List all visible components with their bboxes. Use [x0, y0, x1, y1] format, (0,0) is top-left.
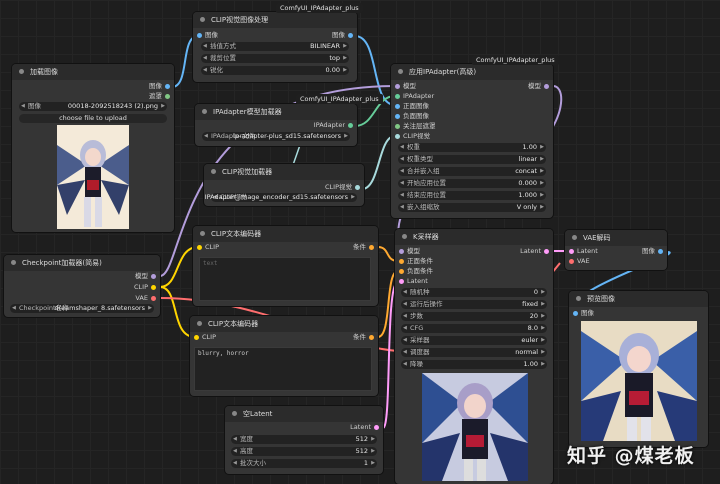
widget-weight-type[interactable]: 权重类型linear	[398, 155, 546, 164]
output-image[interactable]: 图像	[642, 247, 664, 256]
output-clip[interactable]: CLIP	[134, 283, 157, 292]
widget-sharpening[interactable]: 锐化0.00	[201, 66, 349, 75]
output-model[interactable]: 模型	[528, 82, 550, 91]
node-badge: ComfyUI_IPAdapter_plus	[472, 55, 559, 65]
node-title[interactable]: 应用IPAdapter(高级)	[391, 64, 553, 80]
input-attn-mask[interactable]: 关注层遮罩	[394, 122, 436, 131]
node-title[interactable]: CLIP视觉图像处理	[193, 12, 357, 28]
prompt-textarea[interactable]: text	[199, 257, 371, 301]
input-model[interactable]: 模型	[394, 82, 416, 91]
widget-crop-position[interactable]: 裁剪位置top	[201, 54, 349, 63]
output-latent[interactable]: Latent	[520, 247, 550, 256]
widget-checkpoint-name[interactable]: Checkpoint名称dreamshaper_8.safetensors	[10, 304, 154, 313]
input-clip-vision[interactable]: CLIP视觉	[394, 132, 430, 141]
widget-end-at[interactable]: 结束应用位置1.000	[398, 191, 546, 200]
output-conditioning[interactable]: 条件	[353, 333, 375, 342]
node-clip-text-negative[interactable]: CLIP文本编码器 CLIP 条件 blurry, horror	[190, 316, 378, 396]
watermark: 知乎 @煤老板	[567, 445, 695, 467]
node-clip-text-positive[interactable]: CLIP文本编码器 CLIP 条件 text	[193, 226, 378, 306]
node-title[interactable]: VAE解码	[565, 230, 667, 246]
widget-denoise[interactable]: 降噪1.00	[401, 360, 547, 369]
widget-steps[interactable]: 步数20	[401, 312, 547, 321]
widget-embeds-scaling[interactable]: 嵌入组缩放V only	[398, 203, 546, 212]
widget-interpolation[interactable]: 插值方式BILINEAR	[201, 42, 349, 51]
node-title[interactable]: Checkpoint加载器(简易)	[4, 255, 160, 271]
node-vae-decode[interactable]: VAE解码 Latent VAE 图像	[565, 230, 667, 270]
input-positive-image[interactable]: 正面图像	[394, 102, 429, 111]
output-model[interactable]: 模型	[135, 272, 157, 281]
output-latent[interactable]: Latent	[350, 423, 380, 432]
input-model[interactable]: 模型	[398, 247, 420, 256]
node-title[interactable]: K采样器	[395, 229, 553, 245]
widget-ipadapter-file[interactable]: IPAdapter文件ip-adapter-plus_sd15.safetens…	[202, 132, 350, 141]
node-load-image[interactable]: 加载图像 图像 遮罩 图像00018-2092518243 (2).png ch…	[12, 64, 174, 232]
output-image[interactable]: 图像	[149, 82, 171, 91]
node-title[interactable]: IPAdapter模型加载器	[195, 104, 357, 120]
node-title[interactable]: CLIP视觉加载器	[204, 164, 364, 180]
input-clip[interactable]: CLIP	[196, 243, 219, 252]
node-clip-vision-loader[interactable]: CLIP视觉加载器 CLIP视觉 CLIP视觉IPAdapter_image_e…	[204, 164, 364, 206]
node-apply-ipadapter[interactable]: 应用IPAdapter(高级) 模型 IPAdapter 正面图像 负面图像 关…	[391, 64, 553, 218]
input-clip[interactable]: CLIP	[193, 333, 216, 342]
sampler-preview-image	[422, 373, 528, 481]
node-empty-latent[interactable]: 空Latent Latent 宽度512 高度512 批次大小1	[225, 406, 383, 474]
input-image[interactable]: 图像	[572, 309, 594, 318]
input-latent[interactable]: Latent	[568, 247, 598, 256]
node-preview-image[interactable]: 预览图像 图像	[569, 291, 708, 447]
output-preview-image	[581, 321, 697, 441]
source-image-thumbnail	[57, 125, 129, 229]
widget-clip-vision-file[interactable]: CLIP视觉IPAdapter_image_encoder_sd15.safet…	[205, 193, 357, 202]
widget-control-after-generate[interactable]: 运行后操作fixed	[401, 300, 547, 309]
input-negative-image[interactable]: 负面图像	[394, 112, 429, 121]
input-negative[interactable]: 负面条件	[398, 267, 433, 276]
node-title[interactable]: 预览图像	[569, 291, 708, 307]
input-ipadapter[interactable]: IPAdapter	[394, 92, 434, 101]
widget-scheduler[interactable]: 调度器normal	[401, 348, 547, 357]
widget-sampler[interactable]: 采样器euler	[401, 336, 547, 345]
node-badge: ComfyUI_IPAdapter_plus	[276, 3, 363, 13]
node-clip-vision-preprocess[interactable]: CLIP视觉图像处理 图像 图像 插值方式BILINEAR 裁剪位置top 锐化…	[193, 12, 357, 82]
widget-seed[interactable]: 随机种0	[401, 288, 547, 297]
upload-button[interactable]: choose file to upload	[19, 114, 167, 123]
node-ksampler[interactable]: K采样器 模型 正面条件 负面条件 Latent Latent 随机种0 运行后…	[395, 229, 553, 484]
image-file-select[interactable]: 图像00018-2092518243 (2).png	[19, 102, 167, 111]
node-ipadapter-model-loader[interactable]: IPAdapter模型加载器 IPAdapter IPAdapter文件ip-a…	[195, 104, 357, 146]
widget-batch-size[interactable]: 批次大小1	[231, 459, 377, 468]
node-title[interactable]: CLIP文本编码器	[193, 226, 378, 242]
node-title[interactable]: CLIP文本编码器	[190, 316, 378, 332]
input-vae[interactable]: VAE	[568, 257, 590, 266]
input-latent[interactable]: Latent	[398, 277, 428, 286]
output-vae[interactable]: VAE	[135, 294, 157, 303]
input-positive[interactable]: 正面条件	[398, 257, 433, 266]
widget-cfg[interactable]: CFG8.0	[401, 324, 547, 333]
output-clip-vision[interactable]: CLIP视觉	[325, 183, 361, 192]
output-mask[interactable]: 遮罩	[149, 92, 171, 101]
widget-weight[interactable]: 权重1.00	[398, 143, 546, 152]
output-image[interactable]: 图像	[332, 31, 354, 40]
node-title[interactable]: 加载图像	[12, 64, 174, 80]
node-title[interactable]: 空Latent	[225, 406, 383, 422]
widget-start-at[interactable]: 开始应用位置0.000	[398, 179, 546, 188]
widget-height[interactable]: 高度512	[231, 447, 377, 456]
node-badge: ComfyUI_IPAdapter_plus	[296, 94, 383, 104]
negative-prompt-textarea[interactable]: blurry, horror	[194, 347, 372, 391]
widget-width[interactable]: 宽度512	[231, 435, 377, 444]
input-image[interactable]: 图像	[196, 31, 218, 40]
node-checkpoint-loader[interactable]: Checkpoint加载器(简易) 模型 CLIP VAE Checkpoint…	[4, 255, 160, 317]
output-ipadapter[interactable]: IPAdapter	[314, 121, 354, 130]
widget-combine-embeds[interactable]: 合并嵌入组concat	[398, 167, 546, 176]
output-conditioning[interactable]: 条件	[353, 243, 375, 252]
